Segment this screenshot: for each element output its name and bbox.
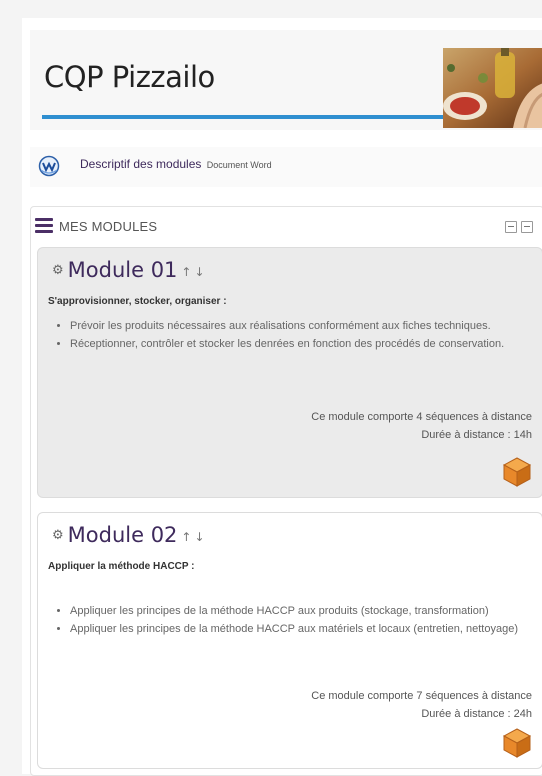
module-duration: Durée à distance : 14h [421, 429, 532, 441]
module-card: ⚙ Module 02 ↑↓ Appliquer la méthode HACCP … [37, 512, 542, 769]
my-modules-block: MES MODULES ⚙ Module 01 ↑↓ S'approvisionne… [30, 206, 542, 776]
dock-block-icon[interactable] [521, 221, 533, 233]
module-title-text: Module 01 [67, 258, 178, 282]
list-item: Réceptionner, contrôler et stocker les d… [70, 336, 530, 353]
hamburger-icon[interactable] [35, 218, 53, 234]
word-document-icon [38, 155, 60, 182]
module-subtitle: S'approvisionner, stocker, organiser : [48, 296, 227, 307]
course-header: CQP Pizzailo [30, 30, 542, 130]
move-arrows[interactable]: ↑↓ [181, 530, 207, 544]
cube-icon[interactable] [502, 456, 532, 488]
arrow-up-icon[interactable]: ↑ [181, 265, 194, 279]
module-objectives: Appliquer les principes de la méthode HA… [48, 603, 530, 639]
list-item: Appliquer les principes de la méthode HA… [70, 603, 530, 620]
module-title[interactable]: ⚙ Module 01 ↑↓ [52, 258, 208, 282]
page: CQP Pizzailo Descriptif des modules Docu… [22, 18, 542, 776]
list-item: Prévoir les produits nécessaires aux réa… [70, 318, 530, 335]
module-title[interactable]: ⚙ Module 02 ↑↓ [52, 523, 208, 547]
module-meta: Ce module comporte 4 séquences à distanc… [311, 408, 532, 444]
resource-name-link[interactable]: Descriptif des modules Document Word [80, 157, 272, 171]
resource-link[interactable]: Descriptif des modules Document Word [30, 147, 542, 187]
arrow-down-icon[interactable]: ↓ [194, 530, 207, 544]
module-title-text: Module 02 [67, 523, 178, 547]
gear-icon: ⚙ [52, 528, 64, 543]
cube-icon[interactable] [502, 727, 532, 759]
module-duration: Durée à distance : 24h [421, 708, 532, 720]
resource-type: Document Word [206, 160, 272, 170]
banner-image [443, 48, 542, 128]
list-item: Appliquer les principes de la méthode HA… [70, 621, 530, 638]
module-sequences: Ce module comporte 4 séquences à distanc… [311, 411, 532, 423]
resource-name: Descriptif des modules [80, 157, 202, 171]
title-underline [42, 115, 444, 119]
block-title: MES MODULES [59, 219, 158, 234]
module-objectives: Prévoir les produits nécessaires aux réa… [48, 318, 530, 354]
course-title: CQP Pizzailo [44, 60, 215, 94]
collapse-block-icon[interactable] [505, 221, 517, 233]
move-arrows[interactable]: ↑↓ [181, 265, 207, 279]
module-card: ⚙ Module 01 ↑↓ S'approvisionner, stocker, … [37, 247, 542, 498]
module-sequences: Ce module comporte 7 séquences à distanc… [311, 690, 532, 702]
arrow-up-icon[interactable]: ↑ [181, 530, 194, 544]
module-subtitle: Appliquer la méthode HACCP : [48, 561, 195, 572]
arrow-down-icon[interactable]: ↓ [194, 265, 207, 279]
gear-icon: ⚙ [52, 263, 64, 278]
module-meta: Ce module comporte 7 séquences à distanc… [311, 687, 532, 723]
block-header: MES MODULES [35, 215, 535, 239]
